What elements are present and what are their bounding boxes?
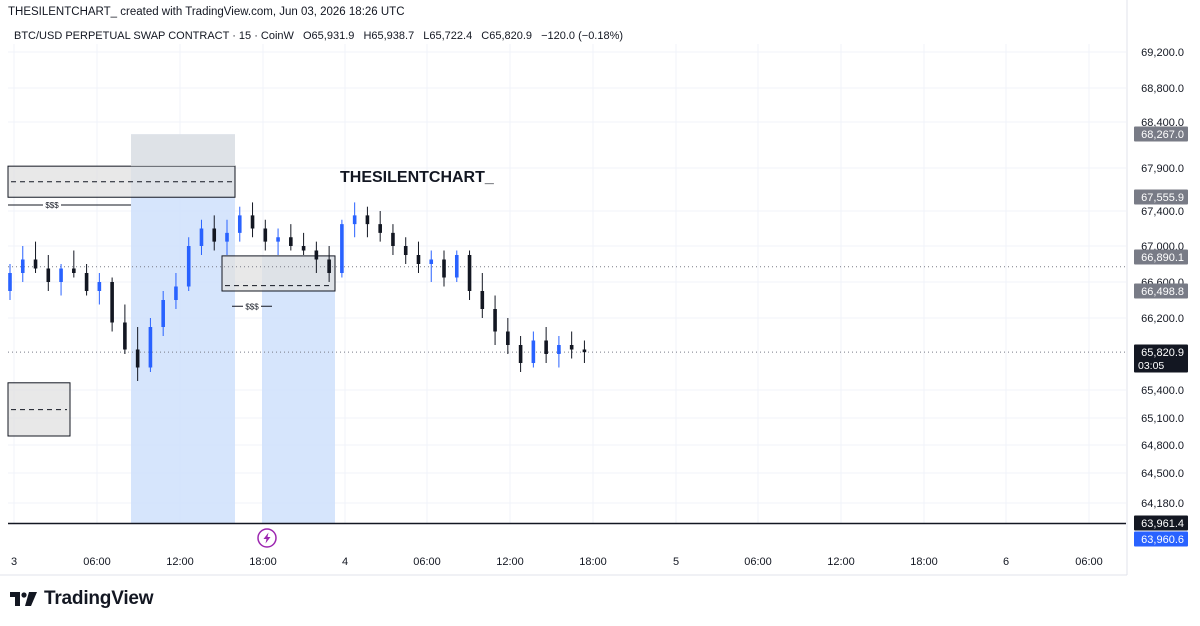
candle-body (314, 250, 319, 260)
time-tick-label: 06:00 (413, 556, 441, 568)
candle-body (365, 215, 370, 225)
time-tick-label: 12:00 (496, 556, 524, 568)
candle-body (212, 228, 217, 242)
time-tick-label: 06:00 (744, 556, 772, 568)
time-tick-label: 12:00 (166, 556, 194, 568)
candle-body (531, 340, 536, 363)
price-tag-label: 67,555.9 (1141, 192, 1184, 204)
gray-zone-box (131, 134, 235, 167)
price-tick-label: 65,400.0 (1141, 385, 1184, 397)
price-tick-label: 64,500.0 (1141, 468, 1184, 480)
price-tick-label: 65,100.0 (1141, 413, 1184, 425)
candle-body (186, 246, 191, 287)
candle-body (442, 259, 446, 278)
price-axis[interactable]: 69,200.068,800.068,400.067,900.067,400.0… (1141, 47, 1184, 510)
time-tick-label: 18:00 (910, 556, 938, 568)
candle-body (20, 259, 25, 273)
candle-body (480, 291, 485, 309)
price-tag-label: 66,890.1 (1141, 252, 1184, 264)
lightning-icon[interactable] (257, 528, 277, 548)
candle-body (237, 215, 242, 233)
candle-body (544, 340, 548, 354)
liquidity-label: $$$ (45, 201, 59, 210)
candle-body (391, 232, 395, 246)
candle-body (59, 268, 63, 282)
blue-range-zone (262, 255, 335, 524)
candle-body (289, 237, 293, 246)
price-tag-label: 63,960.6 (1141, 534, 1184, 546)
candle-body (46, 268, 51, 282)
price-tick-label: 67,900.0 (1141, 163, 1184, 175)
price-tags: 68,267.0 67,555.9 66,890.1 66,498.8 65,820.9… (1134, 126, 1188, 547)
candle-body (378, 224, 382, 233)
candle-body (352, 215, 357, 225)
time-tick-label: 18:00 (249, 556, 277, 568)
candle-body (301, 246, 306, 251)
candle-body (110, 282, 114, 323)
time-tick-label: 3 (11, 556, 17, 568)
price-tick-label: 69,200.0 (1141, 47, 1184, 59)
time-tick-label: 5 (673, 556, 679, 568)
price-tick-label: 64,180.0 (1141, 498, 1184, 510)
candle-body (327, 259, 331, 273)
candle-body (135, 349, 140, 368)
time-tick-label: 06:00 (1075, 556, 1103, 568)
candle-body (467, 255, 472, 291)
price-tag-label: 65,820.9 (1141, 347, 1184, 359)
candle-body (161, 300, 165, 327)
countdown-label: 03:05 (1138, 360, 1164, 372)
candle-body (569, 345, 574, 350)
candle-body (454, 255, 459, 278)
candle-body (429, 259, 434, 264)
candle-body (557, 345, 561, 354)
candle-body (84, 273, 89, 291)
time-tick-label: 6 (1003, 556, 1009, 568)
candle-body (174, 286, 178, 300)
price-tick-label: 68,800.0 (1141, 83, 1184, 95)
tv-logo-icon (10, 592, 37, 606)
liquidity-label: $$$ (245, 302, 259, 311)
price-chart[interactable]: $$$$$$ 69,200.068,800.068,400.067,900.06… (0, 0, 1200, 626)
price-tag-label: 66,498.8 (1141, 286, 1184, 298)
price-tag-label: 68,267.0 (1141, 129, 1184, 141)
candle-body (403, 246, 408, 255)
tradingview-logo[interactable]: TradingView (10, 588, 154, 610)
time-tick-label: 06:00 (83, 556, 111, 568)
candle-body (8, 273, 12, 291)
candle-body (225, 232, 229, 242)
candle-body (72, 268, 76, 273)
candle-body (493, 309, 497, 332)
candle-body (123, 322, 127, 350)
time-axis[interactable]: 3 06:00 12:00 18:00 4 06:00 12:00 18:00 5 06:00 12… (11, 556, 1103, 568)
price-tag-label: 63,961.4 (1141, 518, 1184, 530)
time-tick-label: 4 (342, 556, 348, 568)
candle-body (199, 228, 204, 246)
candle-body (250, 215, 255, 229)
candle-body (263, 228, 268, 242)
time-tick-label: 18:00 (579, 556, 607, 568)
candle-body (33, 259, 38, 269)
candle-body (97, 282, 102, 291)
time-tick-label: 12:00 (827, 556, 855, 568)
watermark-text: THESILENTCHART_ (340, 169, 495, 186)
price-tick-label: 66,200.0 (1141, 313, 1184, 325)
candle-body (276, 237, 280, 242)
candle-body (506, 331, 510, 345)
tradingview-wordmark: TradingView (44, 588, 154, 609)
price-tick-label: 64,800.0 (1141, 440, 1184, 452)
candle-body (518, 345, 523, 363)
candle-body (582, 349, 587, 353)
candle-body (148, 327, 153, 368)
candle-body (416, 255, 421, 264)
candle-body (340, 224, 344, 273)
price-tick-label: 67,400.0 (1141, 206, 1184, 218)
chart-zones (7, 134, 336, 524)
